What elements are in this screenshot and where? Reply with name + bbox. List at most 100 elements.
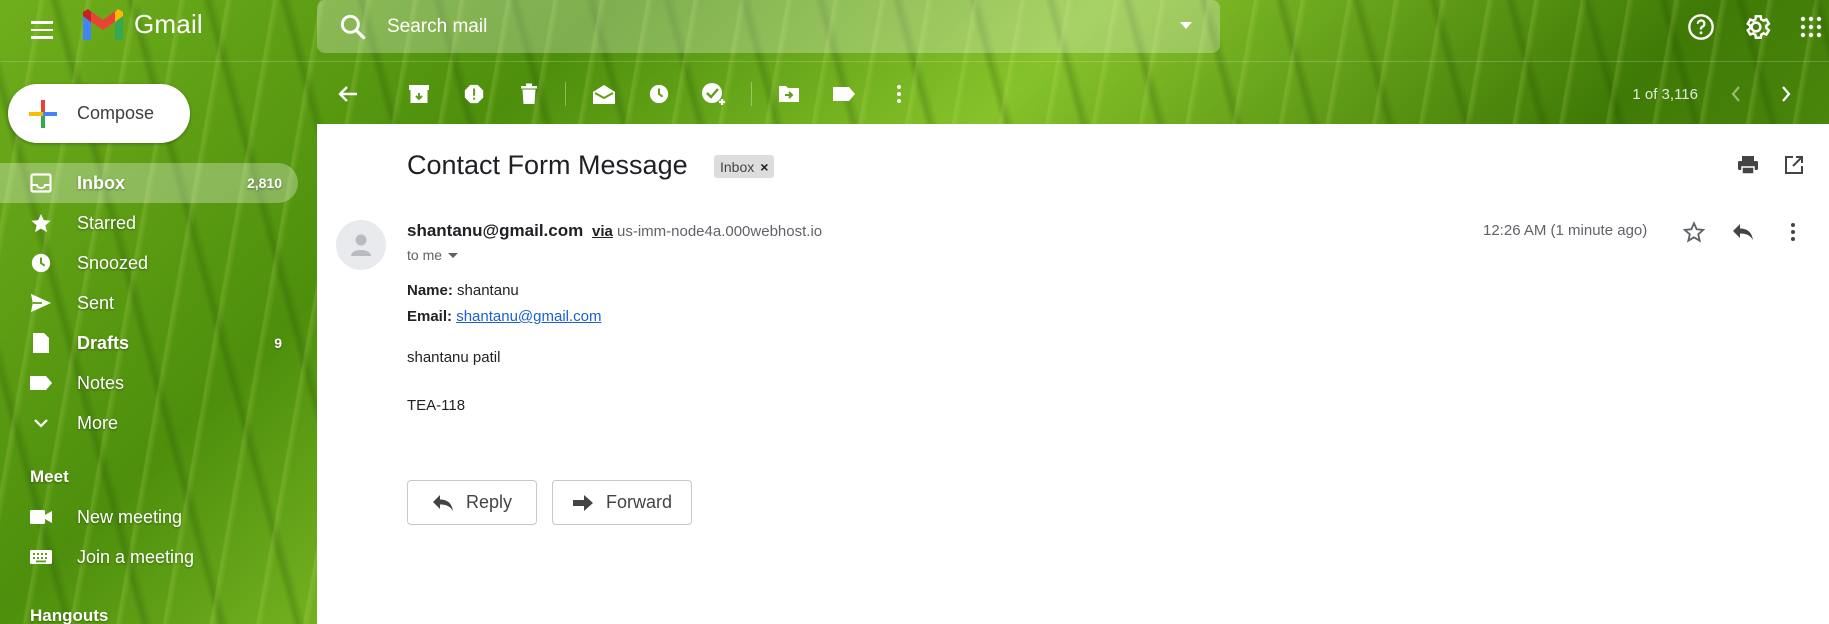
label-chip-inbox[interactable]: Inbox × <box>714 155 775 178</box>
report-spam-icon[interactable] <box>458 78 490 110</box>
draft-icon <box>28 331 54 355</box>
body-text: shantanu patil <box>407 349 501 366</box>
add-to-tasks-icon[interactable] <box>698 78 730 110</box>
sidebar-item-label: Snoozed <box>77 252 149 273</box>
sidebar-item-notes[interactable]: Notes <box>0 363 298 403</box>
search-options-caret-icon[interactable] <box>1180 22 1192 29</box>
label-chip-text: Inbox <box>720 158 755 175</box>
search-input[interactable]: Search mail <box>387 16 487 38</box>
archive-icon[interactable] <box>403 78 435 110</box>
message-toolbar: 1 of 3,116 <box>317 72 1829 118</box>
reply-label: Reply <box>465 492 513 512</box>
sidebar-item-label: Starred <box>77 212 137 233</box>
join-meeting-item[interactable]: Join a meeting <box>0 537 298 577</box>
clock-icon <box>28 251 54 275</box>
draft-count: 9 <box>274 335 282 351</box>
plus-icon <box>29 99 57 128</box>
open-in-new-window-icon[interactable] <box>1779 150 1809 180</box>
more-vert-icon[interactable] <box>883 78 915 110</box>
toolbar-divider <box>565 82 566 106</box>
header-actions <box>1682 8 1829 45</box>
search-bar[interactable]: Search mail <box>317 0 1220 53</box>
reply-icon <box>432 494 453 511</box>
sidebar-item-label: Notes <box>77 372 125 393</box>
chevron-down-icon <box>448 252 459 258</box>
remove-label-icon[interactable]: × <box>760 159 768 175</box>
chevron-left-icon[interactable] <box>1720 78 1752 110</box>
main-menu-button[interactable] <box>22 10 62 50</box>
more-vert-icon[interactable] <box>1778 217 1808 247</box>
support-icon[interactable] <box>1682 8 1719 45</box>
sidebar-nav: Inbox 2,810 Starred Snoozed Sent Drafts … <box>0 163 300 443</box>
sidebar-item-drafts[interactable]: Drafts 9 <box>0 323 298 363</box>
star-icon <box>28 211 54 235</box>
inbox-icon <box>28 171 54 195</box>
label-icon <box>28 371 54 395</box>
meet-nav: New meeting Join a meeting <box>0 497 300 577</box>
compose-button[interactable]: Compose <box>8 84 190 143</box>
body-text: TEA-118 <box>407 397 466 414</box>
delete-icon[interactable] <box>513 78 545 110</box>
hamburger-bar <box>31 21 53 24</box>
settings-gear-icon[interactable] <box>1737 8 1774 45</box>
pagination-text: 1 of 3,116 <box>1632 86 1698 103</box>
forward-button[interactable]: Forward <box>552 480 692 525</box>
email-subject: Contact Form Message <box>407 150 688 180</box>
email-label: Email: <box>407 308 453 325</box>
meet-section-title: Meet <box>30 467 69 486</box>
snooze-icon[interactable] <box>643 78 675 110</box>
hamburger-bar <box>31 28 53 32</box>
hamburger-bar <box>31 36 53 39</box>
unread-count: 2,810 <box>246 175 282 191</box>
email-field: Email: shantanu@gmail.com <box>407 308 602 325</box>
top-header: Gmail Search mail <box>0 0 1829 62</box>
gmail-logo[interactable]: Gmail <box>80 6 203 42</box>
sidebar-item-more[interactable]: More <box>0 403 298 443</box>
message-pane: Contact Form Message Inbox × shantanu@gm… <box>317 124 1829 624</box>
sidebar-item-snoozed[interactable]: Snoozed <box>0 243 298 283</box>
recipients-toggle[interactable]: to me <box>407 247 459 263</box>
toolbar-divider <box>751 82 752 106</box>
video-icon <box>28 505 54 529</box>
app-name: Gmail <box>134 8 203 39</box>
via-label[interactable]: via <box>592 223 613 240</box>
reply-icon[interactable] <box>1728 217 1758 247</box>
sender-email[interactable]: shantanu@gmail.com <box>407 221 583 241</box>
back-arrow-icon[interactable] <box>332 78 364 110</box>
sidebar-item-inbox[interactable]: Inbox 2,810 <box>0 163 298 203</box>
forward-icon <box>572 494 593 511</box>
compose-label: Compose <box>77 103 155 123</box>
keyboard-icon <box>28 545 54 569</box>
email-link[interactable]: shantanu@gmail.com <box>456 308 601 325</box>
new-meeting-label: New meeting <box>77 506 183 527</box>
name-label: Name: <box>407 282 453 299</box>
reply-button[interactable]: Reply <box>407 480 537 525</box>
send-icon <box>28 291 54 315</box>
search-icon[interactable] <box>337 11 369 43</box>
name-value: shantanu <box>457 282 519 299</box>
sidebar-item-sent[interactable]: Sent <box>0 283 298 323</box>
via-host: us-imm-node4a.000webhost.io <box>617 223 823 240</box>
sidebar-item-label: Sent <box>77 292 115 313</box>
sidebar-item-label: Inbox <box>77 172 125 193</box>
gmail-m-icon <box>83 9 123 40</box>
forward-label: Forward <box>605 492 672 512</box>
star-icon[interactable] <box>1679 217 1709 247</box>
message-timestamp: 12:26 AM (1 minute ago) <box>1483 222 1648 239</box>
new-meeting-item[interactable]: New meeting <box>0 497 298 537</box>
apps-grid-icon[interactable] <box>1792 8 1829 45</box>
sidebar-item-label: More <box>77 412 119 433</box>
chevron-right-icon[interactable] <box>1770 78 1802 110</box>
chevron-down-icon <box>28 411 54 435</box>
recipients-text: to me <box>407 247 443 263</box>
mark-unread-icon[interactable] <box>588 78 620 110</box>
join-meeting-label: Join a meeting <box>77 546 195 567</box>
labels-icon[interactable] <box>828 78 860 110</box>
hangouts-section-title: Hangouts <box>30 606 109 624</box>
avatar[interactable] <box>336 220 386 270</box>
sidebar-item-starred[interactable]: Starred <box>0 203 298 243</box>
sidebar-item-label: Drafts <box>77 332 130 353</box>
print-icon[interactable] <box>1733 150 1763 180</box>
name-field: Name: shantanu <box>407 282 519 299</box>
move-to-icon[interactable] <box>773 78 805 110</box>
